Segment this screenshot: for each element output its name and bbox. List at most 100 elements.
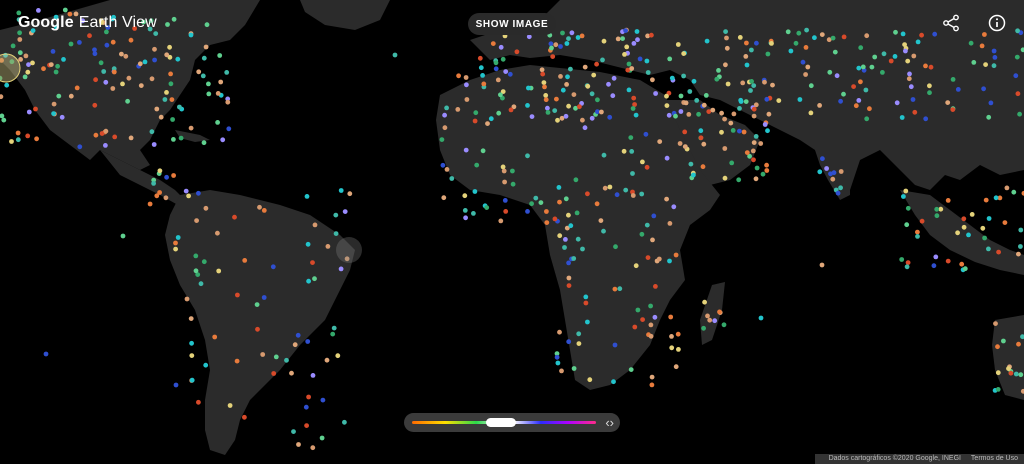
location-dot[interactable]	[200, 73, 206, 79]
location-dot[interactable]	[631, 41, 637, 46]
location-dot[interactable]	[991, 63, 997, 69]
location-dot[interactable]	[539, 67, 545, 73]
location-dot[interactable]	[803, 72, 808, 77]
location-dot[interactable]	[723, 29, 728, 34]
location-dot[interactable]	[992, 55, 998, 60]
location-dot[interactable]	[50, 49, 56, 54]
location-dot[interactable]	[495, 77, 501, 83]
location-dot[interactable]	[698, 128, 704, 134]
location-dot[interactable]	[717, 309, 722, 315]
location-dot[interactable]	[568, 223, 574, 229]
location-dot[interactable]	[203, 44, 209, 50]
location-dot[interactable]	[549, 45, 554, 51]
location-dot[interactable]	[582, 125, 588, 131]
location-dot[interactable]	[765, 128, 770, 134]
location-dot[interactable]	[477, 55, 483, 61]
location-dot[interactable]	[545, 105, 550, 111]
location-dot[interactable]	[553, 42, 559, 48]
location-dot[interactable]	[235, 292, 240, 298]
location-dot[interactable]	[589, 91, 595, 97]
location-dot[interactable]	[996, 249, 1001, 255]
location-dot[interactable]	[645, 255, 651, 260]
location-dot[interactable]	[289, 370, 294, 376]
location-dot[interactable]	[193, 253, 199, 259]
location-dot[interactable]	[168, 81, 174, 87]
location-dot[interactable]	[25, 133, 31, 139]
location-dot[interactable]	[629, 66, 635, 71]
location-dot[interactable]	[59, 114, 65, 120]
location-dot[interactable]	[899, 257, 905, 262]
location-dot[interactable]	[901, 194, 906, 199]
location-dot[interactable]	[342, 419, 347, 425]
location-dot[interactable]	[640, 317, 645, 322]
location-dot[interactable]	[653, 91, 658, 96]
location-dot[interactable]	[611, 75, 617, 81]
location-dot[interactable]	[169, 97, 175, 102]
location-dot[interactable]	[744, 40, 749, 46]
location-dot[interactable]	[669, 334, 674, 339]
location-dot[interactable]	[853, 103, 859, 109]
location-dot[interactable]	[988, 100, 994, 106]
location-dot[interactable]	[626, 61, 632, 67]
location-dot[interactable]	[480, 148, 486, 154]
location-dot[interactable]	[312, 222, 318, 228]
location-dot[interactable]	[904, 264, 910, 270]
location-dot[interactable]	[962, 266, 968, 272]
location-dot[interactable]	[306, 394, 311, 400]
location-dot[interactable]	[639, 191, 645, 197]
location-dot[interactable]	[552, 216, 558, 222]
location-dot[interactable]	[631, 95, 637, 101]
location-dot[interactable]	[566, 339, 572, 345]
location-dot[interactable]	[501, 168, 507, 174]
location-dot[interactable]	[808, 83, 814, 89]
location-dot[interactable]	[817, 169, 823, 175]
location-dot[interactable]	[502, 198, 508, 203]
location-dot[interactable]	[203, 362, 209, 368]
location-dot[interactable]	[869, 64, 875, 70]
location-dot[interactable]	[310, 260, 315, 265]
location-dot[interactable]	[653, 284, 658, 289]
location-dot[interactable]	[216, 268, 222, 274]
location-dot[interactable]	[612, 286, 618, 292]
location-dot[interactable]	[738, 97, 744, 103]
location-dot[interactable]	[563, 113, 569, 119]
location-dot[interactable]	[1013, 73, 1019, 79]
location-dot[interactable]	[196, 399, 201, 405]
location-dot[interactable]	[902, 42, 907, 47]
location-dot[interactable]	[892, 54, 898, 59]
location-dot[interactable]	[560, 30, 565, 36]
location-dot[interactable]	[905, 58, 911, 64]
location-dot[interactable]	[529, 201, 534, 207]
location-dot[interactable]	[554, 354, 560, 360]
location-dot[interactable]	[650, 237, 655, 243]
location-dot[interactable]	[163, 195, 169, 201]
location-dot[interactable]	[571, 366, 577, 371]
location-dot[interactable]	[201, 140, 207, 146]
location-dot[interactable]	[563, 237, 568, 242]
location-dot[interactable]	[995, 370, 1001, 376]
location-dot[interactable]	[74, 85, 80, 91]
location-dot[interactable]	[585, 191, 590, 197]
location-dot[interactable]	[500, 164, 506, 170]
location-dot[interactable]	[983, 197, 989, 203]
location-dot[interactable]	[55, 63, 60, 69]
location-dot[interactable]	[770, 82, 775, 88]
location-dot[interactable]	[22, 74, 28, 80]
location-dot[interactable]	[911, 53, 917, 59]
location-dot[interactable]	[478, 65, 484, 71]
location-dot[interactable]	[721, 322, 727, 328]
location-dot[interactable]	[669, 345, 675, 351]
location-dot[interactable]	[931, 263, 937, 269]
location-dot[interactable]	[188, 125, 194, 131]
location-dot[interactable]	[666, 112, 672, 118]
location-dot[interactable]	[198, 281, 204, 287]
location-dot[interactable]	[120, 233, 126, 239]
location-dot[interactable]	[1018, 227, 1024, 233]
location-dot[interactable]	[103, 128, 109, 134]
location-dot[interactable]	[623, 187, 629, 193]
location-dot[interactable]	[812, 35, 817, 41]
location-dot[interactable]	[682, 129, 688, 135]
location-dot[interactable]	[678, 109, 684, 114]
location-dot[interactable]	[444, 105, 449, 111]
location-dot[interactable]	[120, 81, 125, 87]
